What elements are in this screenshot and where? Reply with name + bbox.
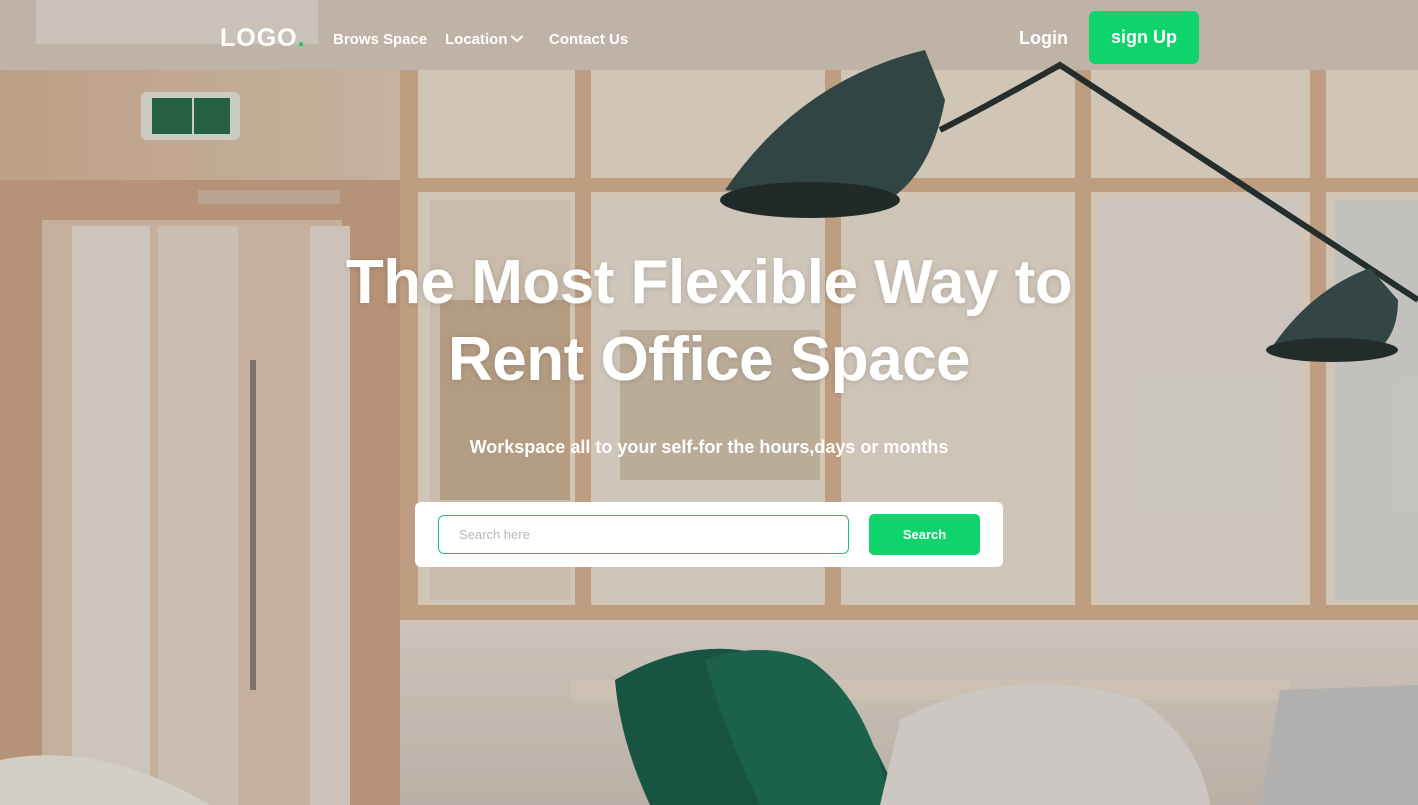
hero-headline-line-2: Rent Office Space [447,325,971,394]
nav-link-browse-space[interactable]: Brows Space [333,31,427,48]
nav-link-contact-us[interactable]: Contact Us [549,31,628,48]
signup-button[interactable]: sign Up [1089,11,1199,64]
logo[interactable]: LOGO. [220,24,306,53]
login-link[interactable]: Login [1019,28,1068,49]
top-navigation: LOGO. Brows Space Location Contact Us Lo… [0,0,1418,80]
search-button[interactable]: Search [869,514,980,555]
chevron-down-icon [510,35,523,42]
hero-headline-line-1: The Most Flexible Way to [345,248,1073,317]
search-input[interactable] [438,515,849,554]
hero-headline: The Most Flexible Way to Rent Office Spa… [309,244,1109,398]
logo-dot: . [297,24,306,52]
hero-overlay [0,0,1418,805]
hero-subheadline: Workspace all to your self-for the hours… [469,437,949,457]
search-panel: Search [415,502,1003,567]
nav-link-location[interactable]: Location [445,31,523,48]
hero-section: LOGO. Brows Space Location Contact Us Lo… [0,0,1418,805]
logo-text: LOGO [220,24,298,52]
nav-link-location-label: Location [445,31,508,48]
